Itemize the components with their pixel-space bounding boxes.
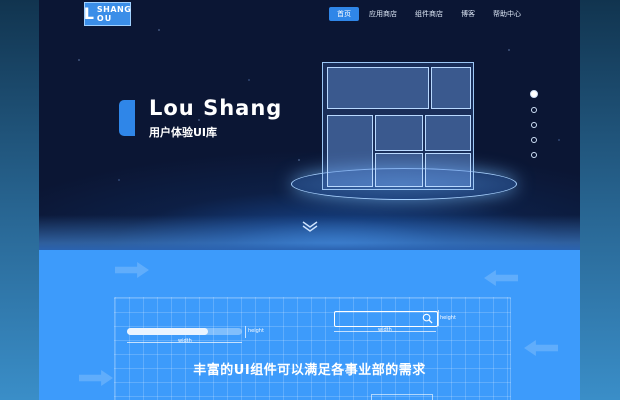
logo-mark: L bbox=[83, 4, 94, 23]
search-icon bbox=[422, 313, 433, 324]
hero-accent-bar bbox=[119, 100, 135, 136]
slide-dot-3[interactable] bbox=[531, 122, 537, 128]
slide-dot-4[interactable] bbox=[531, 137, 537, 143]
slide-dot-2[interactable] bbox=[531, 107, 537, 113]
arrow-left-icon bbox=[524, 340, 558, 356]
logo-text-bottom: OU bbox=[96, 13, 113, 23]
blueprint-grid bbox=[114, 297, 511, 400]
slide-dot-1[interactable] bbox=[530, 90, 538, 98]
screen-panel-mid-left bbox=[327, 115, 373, 187]
search-input[interactable] bbox=[334, 311, 438, 327]
nav-item-blog[interactable]: 博客 bbox=[453, 7, 483, 21]
nav-item-home[interactable]: 首页 bbox=[329, 7, 359, 21]
screen-panel-mid-center bbox=[375, 115, 423, 151]
logo-text-top: SHANG bbox=[96, 4, 132, 14]
progress-height-label: height bbox=[248, 328, 264, 334]
progress-bar-fill bbox=[127, 328, 208, 335]
hero-subtitle: 用户体验UI库 bbox=[149, 126, 218, 139]
nav-item-app-store[interactable]: 应用商店 bbox=[361, 7, 405, 21]
dimension-line bbox=[438, 310, 439, 326]
logo[interactable]: L SHANG OU bbox=[84, 2, 131, 26]
dimension-line bbox=[245, 326, 246, 338]
hero-title: Lou Shang bbox=[149, 96, 283, 120]
background-left bbox=[0, 0, 39, 400]
scroll-down-icon[interactable] bbox=[302, 221, 318, 233]
main-nav: 首页 应用商店 组件商店 博客 帮助中心 bbox=[327, 7, 529, 21]
slide-dot-5[interactable] bbox=[531, 152, 537, 158]
hero-screen-illustration bbox=[322, 62, 474, 190]
progress-bar bbox=[127, 328, 242, 335]
arrow-right-icon bbox=[115, 262, 149, 278]
arrow-left-icon bbox=[484, 270, 518, 286]
progress-width-label: width bbox=[178, 338, 192, 344]
page-frame: L SHANG OU 首页 应用商店 组件商店 博客 帮助中心 Lou Shan… bbox=[39, 0, 580, 400]
screen-panel-mid-right bbox=[425, 115, 471, 151]
feature-headline: 丰富的UI组件可以满足各事业部的需求 bbox=[193, 363, 426, 378]
screen-panel-bottom-center bbox=[375, 153, 423, 187]
search-height-label: height bbox=[440, 315, 456, 321]
nav-item-help-center[interactable]: 帮助中心 bbox=[485, 7, 529, 21]
nav-item-component-store[interactable]: 组件商店 bbox=[407, 7, 451, 21]
slide-indicator bbox=[530, 90, 538, 158]
screen-panel-bottom-right bbox=[425, 153, 471, 187]
search-width-label: width bbox=[378, 327, 392, 333]
screen-panel-top-right bbox=[431, 67, 471, 109]
background-right bbox=[580, 0, 620, 400]
feature-section: height width height width 丰富的UI组件可以满足各事业… bbox=[39, 250, 580, 400]
hero-banner: L SHANG OU 首页 应用商店 组件商店 博客 帮助中心 Lou Shan… bbox=[39, 0, 580, 250]
component-outline bbox=[371, 394, 433, 400]
screen-panel-top-left bbox=[327, 67, 429, 109]
